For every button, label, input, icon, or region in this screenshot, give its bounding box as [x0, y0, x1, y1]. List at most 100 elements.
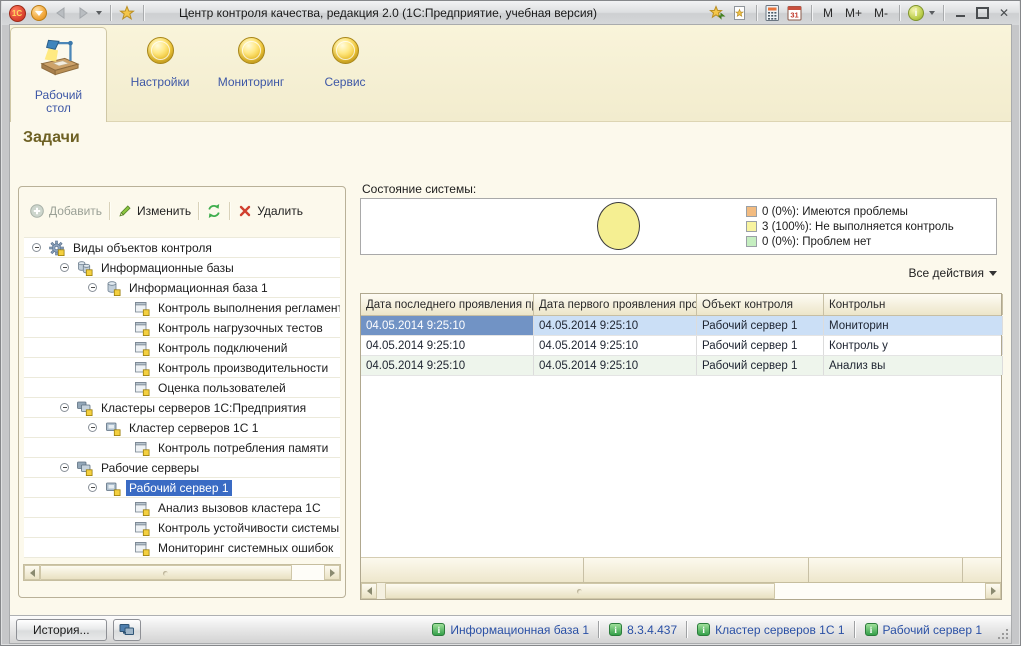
legend-swatch: [746, 221, 757, 232]
delete-button[interactable]: Удалить: [237, 203, 303, 219]
show-monitor-button[interactable]: [112, 618, 141, 641]
table-cell[interactable]: 04.05.2014 9:25:10: [361, 336, 534, 355]
status-info-item[interactable]: i Информационная база 1: [423, 623, 598, 637]
calculator-button[interactable]: [762, 3, 784, 23]
table-cell[interactable]: Рабочий сервер 1: [697, 316, 824, 335]
column-header[interactable]: Дата последнего проявления проблемы: [361, 294, 534, 315]
table-cell[interactable]: Рабочий сервер 1: [697, 336, 824, 355]
tab-monitoring[interactable]: Мониторинг: [208, 37, 294, 117]
tree-item[interactable]: Оценка пользователей: [24, 378, 340, 398]
status-info-item[interactable]: i Рабочий сервер 1: [856, 623, 992, 637]
monitors-icon: [119, 623, 134, 635]
1c-logo-icon: 1С: [6, 3, 28, 23]
collapse-toggle-icon[interactable]: [88, 483, 97, 492]
table-cell[interactable]: Анализ вы: [824, 356, 1003, 375]
tree-item-label: Анализ вызовов кластера 1С: [158, 500, 321, 515]
add-button[interactable]: Добавить: [29, 203, 102, 219]
table-cell[interactable]: 04.05.2014 9:25:10: [361, 356, 534, 375]
control-objects-tree: Виды объектов контроля Информационные баз…: [24, 237, 340, 558]
tree-item[interactable]: Информационные базы: [24, 258, 340, 278]
table-horizontal-scrollbar[interactable]: [361, 582, 1001, 599]
tree-item[interactable]: Рабочие серверы: [24, 458, 340, 478]
tree-item[interactable]: Информационная база 1: [24, 278, 340, 298]
m-plus-button[interactable]: M+: [839, 6, 868, 20]
m-minus-button[interactable]: M-: [868, 6, 894, 20]
tree-item[interactable]: Контроль производительности: [24, 358, 340, 378]
table-header: Дата последнего проявления проблемыДата …: [361, 294, 1003, 316]
scroll-thumb[interactable]: [385, 583, 775, 599]
scroll-left-arrow[interactable]: [24, 565, 40, 580]
add-favorite-button[interactable]: [729, 3, 751, 23]
tab-service[interactable]: Сервис: [306, 37, 384, 117]
collapse-toggle-icon[interactable]: [32, 243, 41, 252]
tree-item[interactable]: Мониторинг системных ошибок: [24, 538, 340, 558]
table-cell[interactable]: Мониторин: [824, 316, 1003, 335]
collapse-toggle-icon[interactable]: [60, 403, 69, 412]
collapse-toggle-icon[interactable]: [60, 463, 69, 472]
history-dropdown-icon[interactable]: [96, 11, 102, 18]
table-row[interactable]: 04.05.2014 9:25:10 04.05.2014 9:25:10 Рабо…: [361, 336, 1003, 356]
m-button[interactable]: M: [817, 6, 839, 20]
scroll-left-arrow[interactable]: [361, 583, 377, 599]
table-cell[interactable]: Контроль у: [824, 336, 1003, 355]
maximize-button[interactable]: [974, 6, 990, 21]
tree-item[interactable]: Контроль устойчивости системы: [24, 518, 340, 538]
minimize-button[interactable]: [952, 6, 968, 21]
scroll-thumb[interactable]: [40, 565, 292, 580]
status-info-item[interactable]: i Кластер серверов 1С 1: [688, 623, 853, 637]
tree-item-label: Контроль нагрузочных тестов: [158, 320, 323, 335]
control-objects-panel: Добавить Изменить Удалить Виды объектов …: [18, 186, 346, 598]
tree-item[interactable]: Контроль потребления памяти: [24, 438, 340, 458]
databases-icon: [76, 260, 93, 276]
tree-item[interactable]: Контроль нагрузочных тестов: [24, 318, 340, 338]
table-cell[interactable]: Рабочий сервер 1: [697, 356, 824, 375]
history-button[interactable]: История...: [16, 618, 107, 641]
tree-item[interactable]: Кластер серверов 1С 1: [24, 418, 340, 438]
info-button[interactable]: i: [905, 3, 927, 23]
app-window: 1С Центр контроля качества, редакция 2.0…: [0, 0, 1021, 646]
table-cell[interactable]: 04.05.2014 9:25:10: [361, 316, 534, 335]
main-menu-button[interactable]: [28, 3, 50, 23]
tab-desktop[interactable]: Рабочий стол: [10, 27, 107, 122]
all-actions-button[interactable]: Все действия: [909, 266, 997, 280]
tree-item[interactable]: Виды объектов контроля: [24, 238, 340, 258]
resize-grip[interactable]: [1006, 637, 1008, 639]
table-cell[interactable]: 04.05.2014 9:25:10: [534, 336, 697, 355]
tree-item[interactable]: Рабочий сервер 1: [24, 478, 340, 498]
table-cell[interactable]: 04.05.2014 9:25:10: [534, 356, 697, 375]
back-button[interactable]: [50, 3, 72, 23]
close-button[interactable]: ✕: [996, 6, 1012, 21]
tree-item-label: Контроль выполнения регламентных з...: [158, 300, 340, 315]
tree-item[interactable]: Анализ вызовов кластера 1С: [24, 498, 340, 518]
column-header[interactable]: Контрольн: [824, 294, 1003, 315]
table-row[interactable]: 04.05.2014 9:25:10 04.05.2014 9:25:10 Рабо…: [361, 316, 1003, 336]
scroll-right-arrow[interactable]: [324, 565, 340, 580]
tree-item[interactable]: Контроль подключений: [24, 338, 340, 358]
column-header[interactable]: Объект контроля: [697, 294, 824, 315]
calendar-button[interactable]: 31: [784, 3, 806, 23]
edit-button[interactable]: Изменить: [117, 203, 191, 219]
column-header[interactable]: Дата первого проявления проблемы: [534, 294, 697, 315]
tree-item[interactable]: Контроль выполнения регламентных з...: [24, 298, 340, 318]
scroll-right-arrow[interactable]: [985, 583, 1001, 599]
goto-favorites-button[interactable]: [707, 3, 729, 23]
desktop-lamp-icon: [35, 36, 83, 83]
forward-button[interactable]: [72, 3, 94, 23]
refresh-button[interactable]: [206, 203, 222, 219]
table-cell[interactable]: 04.05.2014 9:25:10: [534, 316, 697, 335]
info-dropdown-icon[interactable]: [929, 11, 935, 18]
tab-settings[interactable]: Настройки: [120, 37, 200, 117]
collapse-toggle-icon[interactable]: [88, 283, 97, 292]
tree-item[interactable]: Кластеры серверов 1С:Предприятия: [24, 398, 340, 418]
servers-icon: [76, 460, 93, 476]
tree-item-label: Кластер серверов 1С 1: [129, 420, 259, 435]
tree-horizontal-scrollbar[interactable]: [23, 564, 341, 581]
tree-item-label: Контроль производительности: [158, 360, 329, 375]
tab-monitoring-label: Мониторинг: [217, 75, 285, 89]
svg-text:31: 31: [791, 11, 799, 20]
favorites-star-icon[interactable]: [116, 3, 138, 23]
table-row[interactable]: 04.05.2014 9:25:10 04.05.2014 9:25:10 Рабо…: [361, 356, 1003, 376]
collapse-toggle-icon[interactable]: [60, 263, 69, 272]
status-info-item[interactable]: i 8.3.4.437: [600, 623, 686, 637]
collapse-toggle-icon[interactable]: [88, 423, 97, 432]
